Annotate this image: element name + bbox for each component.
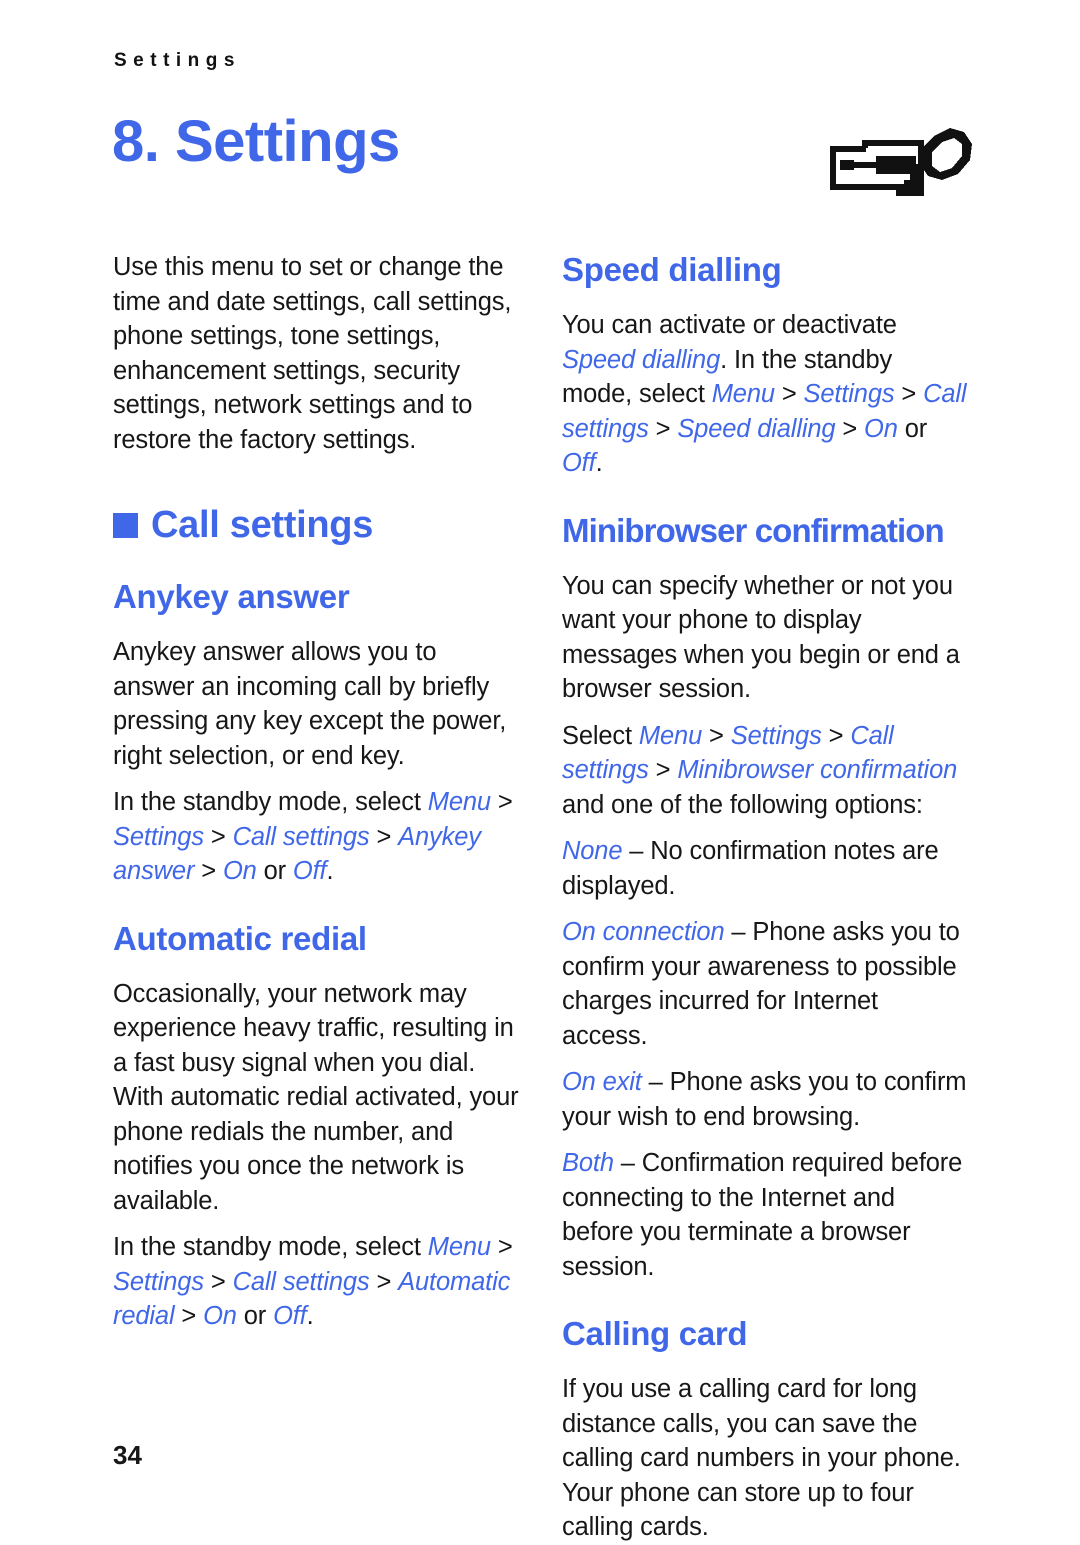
path-sep-2: > <box>821 721 851 750</box>
path-sep-1: > <box>702 721 731 750</box>
path-sep-3: > <box>648 756 678 784</box>
left-column: Use this menu to set or change the time … <box>113 250 519 1334</box>
path-sep-4: > <box>835 414 865 443</box>
intro-paragraph: Use this menu to set or change the time … <box>113 253 512 454</box>
path-lead: In the standby mode, select <box>113 788 428 816</box>
running-header: Settings <box>114 50 241 71</box>
subsection-heading-calling-card: Calling card <box>562 1315 748 1352</box>
option-term: Both <box>562 1149 614 1177</box>
path-call-settings: Call settings <box>232 1267 370 1296</box>
path-settings: Settings <box>730 721 822 750</box>
section-heading-label: Call settings <box>151 504 374 546</box>
path-period: . <box>595 449 603 477</box>
path-on: On <box>203 1302 237 1330</box>
option-dash: – <box>613 1149 642 1177</box>
path-sep-3: > <box>648 414 678 443</box>
tools-settings-icon <box>818 118 978 214</box>
option-dash: – <box>622 837 651 865</box>
minibrowser-body: You can specify whether or not you want … <box>562 571 960 704</box>
path-sep-4: > <box>194 857 223 885</box>
speed-dialling-lead: You can activate or deactivate <box>562 311 897 339</box>
path-menu: Menu <box>427 788 491 816</box>
subsection-heading-speed-dialling: Speed dialling <box>562 251 782 288</box>
path-settings: Settings <box>113 1267 204 1296</box>
path-item: Speed dialling <box>677 414 836 443</box>
square-bullet-icon <box>113 512 138 538</box>
option-term: None <box>562 837 623 865</box>
minibrowser-path: Select Menu > Settings > Call settings >… <box>562 719 968 823</box>
option-term: On exit <box>562 1068 642 1096</box>
path-or: or <box>256 857 293 885</box>
path-sep-2: > <box>203 822 233 851</box>
path-on: On <box>864 414 898 443</box>
path-on: On <box>222 857 257 885</box>
option-dash: – <box>641 1068 670 1096</box>
path-period: . <box>306 1302 314 1330</box>
section-heading-call-settings: Call settings <box>113 503 519 547</box>
path-sep-2: > <box>203 1267 233 1296</box>
path-menu: Menu <box>638 721 703 750</box>
path-settings: Settings <box>113 822 204 851</box>
option-on-exit: On exit – Phone asks you to confirm your… <box>562 1065 968 1134</box>
document-page: Settings 8. Settings Use this menu to se… <box>0 0 1080 1541</box>
path-sep-2: > <box>894 380 924 408</box>
path-menu: Menu <box>427 1233 491 1261</box>
path-sep-3: > <box>369 822 399 851</box>
path-settings: Settings <box>803 380 895 408</box>
right-column: Speed dialling You can activate or deact… <box>562 250 968 1545</box>
path-off: Off <box>273 1302 307 1330</box>
path-or: or <box>236 1302 274 1330</box>
path-item: Minibrowser confirmation <box>677 756 958 784</box>
path-sep-1: > <box>490 788 513 816</box>
path-sep-1: > <box>774 380 804 408</box>
calling-card-body: If you use a calling card for long dista… <box>562 1375 961 1541</box>
automatic-redial-body: Occasionally, your network may experienc… <box>113 979 519 1215</box>
subsection-heading-minibrowser-confirmation: Minibrowser confirmation <box>562 511 945 549</box>
option-both: Both – Confirmation required before conn… <box>562 1146 968 1284</box>
subsection-heading-automatic-redial: Automatic redial <box>113 919 367 957</box>
option-dash: – <box>724 918 753 946</box>
anykey-answer-body: Anykey answer allows you to answer an in… <box>113 638 507 770</box>
path-lead: In the standby mode, select <box>113 1233 428 1261</box>
path-sep-1: > <box>490 1233 513 1261</box>
option-term: On connection <box>562 918 725 946</box>
path-period: . <box>326 857 334 885</box>
path-call-settings: Call settings <box>232 822 370 851</box>
path-off: Off <box>562 449 596 477</box>
page-title: 8. Settings <box>112 109 400 174</box>
path-sep-4: > <box>174 1302 204 1330</box>
speed-dialling-emph: Speed dialling <box>562 345 721 374</box>
path-off: Off <box>292 857 327 885</box>
subsection-heading-anykey-answer: Anykey answer <box>113 578 350 615</box>
path-sep-3: > <box>369 1267 399 1296</box>
automatic-redial-path: In the standby mode, select Menu > Setti… <box>113 1230 519 1334</box>
anykey-answer-path: In the standby mode, select Menu > Setti… <box>113 785 519 889</box>
option-on-connection: On connection – Phone asks you to confir… <box>562 915 968 1053</box>
option-none: None – No confirmation notes are display… <box>562 834 968 903</box>
path-or: or <box>897 414 928 443</box>
select-tail: and one of the following options: <box>562 790 923 819</box>
path-menu: Menu <box>711 380 775 408</box>
select-lead: Select <box>562 721 639 750</box>
speed-dialling-body: You can activate or deactivate Speed dia… <box>562 308 968 481</box>
page-number: 34 <box>113 1440 142 1470</box>
